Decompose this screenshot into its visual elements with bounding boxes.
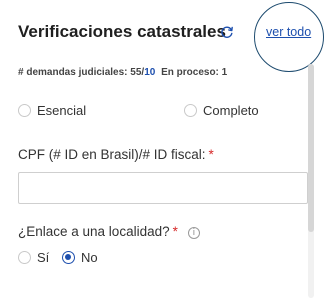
locality-no-radio[interactable] bbox=[62, 251, 75, 264]
tax-id-required-mark: * bbox=[208, 147, 214, 162]
cadastral-verifications-panel: Verificaciones catastrales ver todo # de… bbox=[0, 0, 326, 298]
plan-completo-label: Completo bbox=[203, 103, 259, 118]
locality-option-si[interactable]: Sí bbox=[18, 250, 49, 265]
stats-limit: 10 bbox=[144, 67, 156, 78]
locality-si-radio[interactable] bbox=[18, 251, 31, 264]
locality-option-no[interactable]: No bbox=[62, 250, 98, 265]
plan-option-completo[interactable]: Completo bbox=[184, 103, 259, 118]
plan-completo-radio[interactable] bbox=[184, 104, 197, 117]
info-icon[interactable]: i bbox=[187, 227, 200, 239]
stats-in-progress: En proceso: 1 bbox=[161, 67, 228, 78]
stats-label: # demandas judiciales: bbox=[18, 67, 128, 78]
locality-label: ¿Enlace a una localidad? * i bbox=[18, 224, 200, 239]
panel-header: Verificaciones catastrales ver todo bbox=[18, 2, 324, 72]
tax-id-label: CPF (# ID en Brasil)/# ID fiscal: * bbox=[18, 147, 214, 162]
locality-required-mark: * bbox=[172, 224, 178, 239]
tax-id-input[interactable] bbox=[18, 172, 308, 204]
plan-esencial-label: Esencial bbox=[37, 103, 87, 118]
stats-count: 55/ bbox=[130, 67, 145, 78]
scrollbar-thumb[interactable] bbox=[308, 64, 314, 232]
plan-esencial-radio[interactable] bbox=[18, 104, 31, 117]
lawsuit-stats: # demandas judiciales: 55/10 En proceso:… bbox=[18, 67, 227, 78]
view-all-link[interactable]: ver todo bbox=[266, 25, 311, 39]
panel-title: Verificaciones catastrales bbox=[18, 22, 226, 41]
refresh-icon[interactable] bbox=[220, 25, 234, 39]
tax-id-label-text: CPF (# ID en Brasil)/# ID fiscal: bbox=[18, 147, 206, 162]
locality-label-text: ¿Enlace a una localidad? bbox=[18, 224, 170, 239]
locality-no-label: No bbox=[81, 250, 98, 265]
plan-option-esencial[interactable]: Esencial bbox=[18, 103, 86, 118]
locality-si-label: Sí bbox=[37, 250, 50, 265]
